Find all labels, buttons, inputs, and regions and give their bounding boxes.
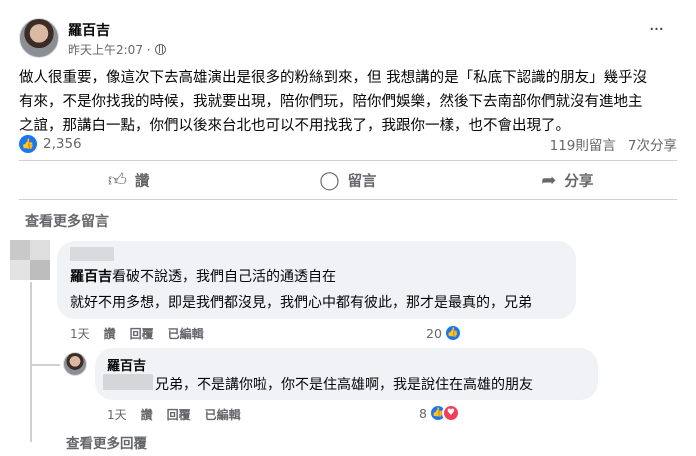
post-meta: 昨天上午2:07 ·	[68, 41, 166, 58]
share-button-label: 分享	[564, 173, 594, 190]
like-reaction-icon: 👍	[443, 324, 462, 342]
comment-text: 看破不說透，我們自己活的通透自在	[112, 269, 336, 285]
commenter-avatar[interactable]	[10, 240, 50, 280]
divider	[19, 160, 677, 161]
reply-author-name[interactable]: 羅百吉	[107, 355, 146, 374]
post-text-line: 做人很重要，像這次下去高雄演出是很多的粉絲到來，但 我想講的是「私底下認識的朋友…	[19, 70, 648, 86]
comment-edited-label: 已編輯	[167, 327, 204, 341]
reply-reactions[interactable]: 8 👍 ♥	[419, 404, 460, 422]
blurred-mention[interactable]	[103, 374, 153, 390]
post-timestamp[interactable]: 昨天上午2:07 ·	[68, 41, 151, 58]
comment-bubble-icon: ◯	[319, 169, 340, 191]
like-button-label: 讚	[134, 173, 150, 190]
post-header: 羅百吉 昨天上午2:07 · ···	[0, 0, 696, 64]
see-more-replies-link[interactable]: 查看更多回覆	[66, 432, 147, 452]
share-button[interactable]: ➦ 分享	[458, 162, 677, 198]
share-arrow-icon: ➦	[541, 169, 557, 191]
reply-reply-button[interactable]: 回覆	[167, 406, 191, 423]
like-button[interactable]: 👍︎ 讚	[19, 162, 238, 198]
comment-text-line-1: 羅百吉看破不說透，我們自己活的通透自在	[70, 266, 336, 286]
post-text-line: 有來，不是你找我的時候，我就要出現，陪你們玩，陪你們娛樂，然後下去南部你們就沒有…	[19, 94, 643, 110]
thumbs-up-icon: 👍︎	[108, 170, 127, 191]
see-more-comments-link[interactable]: 查看更多留言	[25, 211, 109, 231]
stats-right: 119則留言 7次分享	[550, 134, 677, 154]
comment-mention[interactable]: 羅百吉	[70, 269, 112, 285]
reply-edited-label: 已編輯	[204, 408, 241, 422]
post-text: 做人很重要，像這次下去高雄演出是很多的粉絲到來，但 我想講的是「私底下認識的朋友…	[19, 66, 674, 138]
share-count[interactable]: 7次分享	[628, 134, 677, 154]
author-avatar[interactable]	[19, 18, 59, 58]
more-options-icon[interactable]: ···	[646, 21, 666, 46]
divider	[19, 199, 677, 200]
blurred-commenter-name[interactable]	[70, 247, 114, 261]
comment-text-line-2: 就好不用多想，即是我們都沒見，我們心中都有彼此，那才是最真的，兄弟	[70, 295, 532, 311]
reply-connector-line	[30, 340, 32, 366]
author-name[interactable]: 羅百吉	[68, 20, 110, 40]
comment-count[interactable]: 119則留言	[550, 134, 616, 154]
reply-time[interactable]: 1天	[107, 406, 127, 423]
comment-actions: 1天 讚 回覆 已編輯	[70, 325, 204, 342]
reply-reaction-count: 8	[419, 405, 427, 421]
heart-reaction-icon: ♥	[441, 404, 460, 422]
post-stats: 👍 2,356 119則留言 7次分享	[19, 130, 677, 158]
globe-icon	[154, 44, 166, 55]
like-count[interactable]: 2,356	[43, 136, 82, 152]
reply-author-avatar[interactable]	[63, 352, 87, 376]
comment-reply-button[interactable]: 回覆	[130, 325, 154, 342]
comment-button-label: 留言	[347, 173, 377, 190]
comment-time[interactable]: 1天	[70, 325, 90, 342]
comment-like-button[interactable]: 讚	[104, 325, 116, 342]
comment-button[interactable]: ◯ 留言	[238, 162, 457, 198]
reply-text: 兄弟，不是講你啦，你不是住高雄啊，我是說住在高雄的朋友	[155, 377, 533, 393]
reply-connector-line	[30, 364, 60, 366]
reply-like-button[interactable]: 讚	[141, 406, 153, 423]
comment-reactions[interactable]: 20 👍	[426, 324, 462, 342]
action-bar: 👍︎ 讚 ◯ 留言 ➦ 分享	[19, 162, 677, 198]
like-reaction-icon[interactable]: 👍	[19, 135, 37, 153]
reply-actions: 1天 讚 回覆 已編輯	[107, 406, 241, 423]
comment-reaction-count: 20	[426, 325, 442, 341]
